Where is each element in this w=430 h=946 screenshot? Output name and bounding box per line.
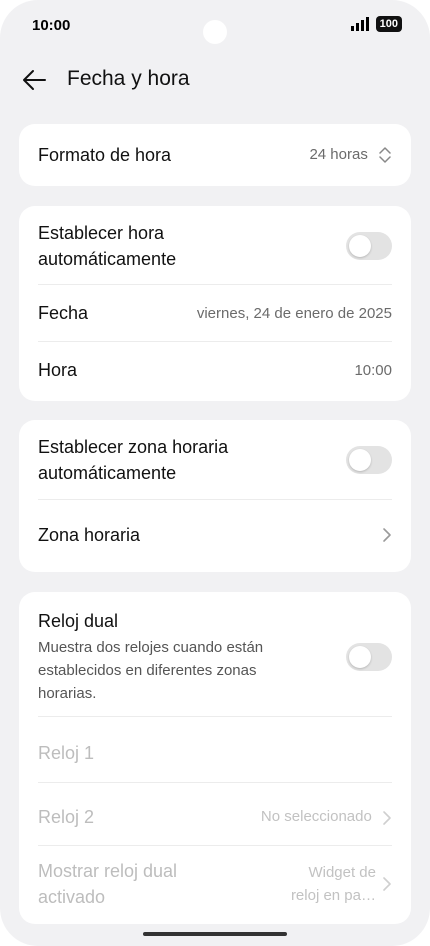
signal-icon: [350, 17, 369, 31]
dual-clock-label: Reloj dual: [38, 611, 119, 631]
navigation-handle[interactable]: [143, 932, 287, 936]
clock2-value: No seleccionado: [261, 808, 392, 825]
back-arrow-icon[interactable]: [20, 66, 48, 94]
time-format-row[interactable]: Formato de hora 24 horas: [38, 142, 392, 168]
divider: [38, 499, 392, 500]
dual-clock-row[interactable]: Reloj dual Muestra dos relojes cuando es…: [38, 608, 392, 705]
time-row[interactable]: Hora 10:00: [38, 357, 392, 383]
battery-icon: 100: [375, 16, 402, 32]
time-value: 10:00: [354, 361, 392, 379]
divider: [38, 284, 392, 285]
status-time: 10:00: [32, 17, 71, 34]
time-zone-row[interactable]: Zona horaria: [38, 522, 392, 548]
clock1-row: Reloj 1: [38, 740, 392, 766]
auto-zone-label: Establecer zona horaria automáticamente: [38, 437, 229, 483]
time-zone-card: Establecer zona horaria automáticamente …: [19, 420, 411, 572]
auto-zone-toggle[interactable]: [346, 446, 392, 474]
auto-zone-row[interactable]: Establecer zona horaria automáticamente: [38, 434, 392, 486]
chevron-right-icon: [383, 528, 391, 542]
date-row[interactable]: Fecha viernes, 24 de enero de 2025: [38, 300, 392, 326]
auto-time-row[interactable]: Establecer hora automáticamente: [38, 220, 392, 272]
header: Fecha y hora: [0, 58, 430, 102]
toggle-knob: [349, 235, 371, 257]
dual-clock-text: Reloj dual Muestra dos relojes cuando es…: [38, 608, 263, 705]
chevron-right-icon: [383, 877, 391, 891]
clock1-label: Reloj 1: [38, 743, 95, 763]
dual-clock-toggle[interactable]: [346, 642, 392, 671]
page-title: Fecha y hora: [67, 67, 190, 90]
status-bar: 10:00 100: [0, 0, 430, 50]
divider: [38, 716, 392, 717]
toggle-knob: [349, 645, 371, 668]
date-label: Fecha: [38, 303, 89, 323]
toggle-knob: [349, 449, 371, 471]
show-dual-label: Mostrar reloj dual activado: [38, 861, 178, 907]
divider: [38, 341, 392, 342]
chevron-right-icon: [383, 810, 391, 825]
dual-clock-description: Muestra dos relojes cuando están estable…: [38, 639, 264, 702]
date-value: viernes, 24 de enero de 2025: [196, 304, 392, 322]
time-format-value: 24 horas: [309, 146, 392, 164]
time-zone-label: Zona horaria: [38, 525, 141, 545]
phone-screen: 10:00 100 Fecha y hora Formato de hora 2…: [0, 0, 430, 946]
time-label: Hora: [38, 360, 78, 380]
dual-clock-card: Reloj dual Muestra dos relojes cuando es…: [19, 592, 411, 924]
status-icons: 100: [350, 16, 402, 32]
auto-time-toggle[interactable]: [346, 232, 392, 260]
divider: [38, 782, 392, 783]
show-dual-value: Widget de reloj en pa…: [291, 861, 392, 907]
time-format-label: Formato de hora: [38, 145, 172, 165]
clock2-label: Reloj 2: [38, 807, 95, 827]
camera-cutout: [203, 20, 227, 44]
date-time-card: Establecer hora automáticamente Fecha vi…: [19, 206, 411, 401]
time-format-card[interactable]: Formato de hora 24 horas: [19, 124, 411, 186]
up-down-chevron-icon: [379, 147, 391, 163]
divider: [38, 845, 392, 846]
show-dual-row: Mostrar reloj dual activado Widget de re…: [38, 858, 392, 910]
auto-time-label: Establecer hora automáticamente: [38, 223, 177, 269]
clock2-row: Reloj 2 No seleccionado: [38, 804, 392, 830]
